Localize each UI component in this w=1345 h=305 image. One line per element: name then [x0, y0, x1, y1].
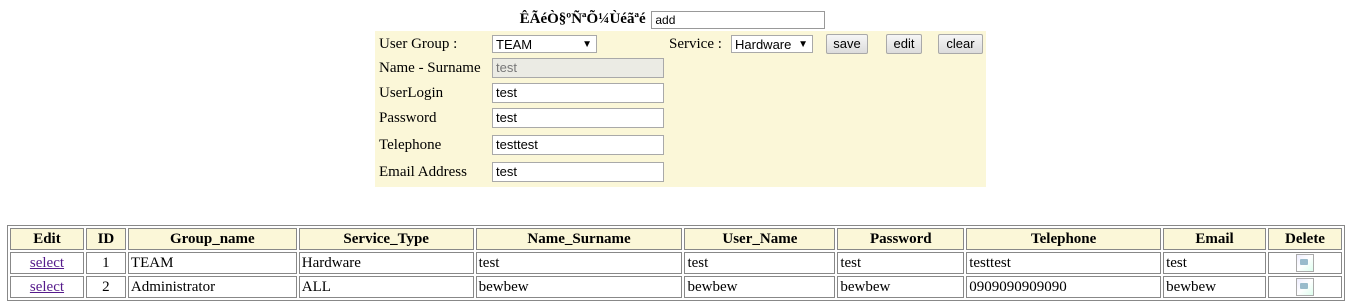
col-edit: Edit [10, 228, 84, 250]
user-group-label: User Group : [379, 36, 458, 52]
id-cell: 1 [85, 252, 126, 274]
save-button[interactable]: save [826, 34, 868, 54]
user-group-selected: TEAM [496, 37, 533, 52]
password-label: Password [379, 110, 437, 126]
email-cell: test [1163, 252, 1266, 274]
name-cell: test [475, 252, 683, 274]
edit-button[interactable]: edit [886, 34, 922, 54]
telephone-cell: testtest [966, 252, 1162, 274]
col-user-name: User_Name [684, 228, 836, 250]
col-email: Email [1163, 228, 1266, 250]
delete-icon[interactable] [1295, 254, 1314, 272]
col-telephone: Telephone [966, 228, 1162, 250]
telephone-label: Telephone [379, 137, 442, 153]
id-cell: 2 [85, 276, 126, 298]
telephone-field[interactable]: testtest [492, 135, 664, 155]
user-login-label: UserLogin [379, 85, 444, 101]
clear-button[interactable]: clear [938, 34, 983, 54]
chevron-down-icon: ▼ [798, 39, 808, 50]
delete-cell [1267, 252, 1342, 274]
delete-cell [1267, 276, 1342, 298]
password-field[interactable]: test [492, 108, 664, 128]
email-cell: bewbew [1163, 276, 1266, 298]
user-form-panel: User Group : TEAM ▼ Service : Hardware ▼… [375, 31, 986, 187]
password-cell: bewbew [837, 276, 965, 298]
select-link[interactable]: select [30, 279, 64, 295]
col-id: ID [85, 228, 126, 250]
service-cell: Hardware [298, 252, 474, 274]
select-link[interactable]: select [30, 255, 64, 271]
col-name-surname: Name_Surname [475, 228, 683, 250]
service-cell: ALL [298, 276, 474, 298]
email-label: Email Address [379, 164, 467, 180]
email-field[interactable]: test [492, 162, 664, 182]
table-row: select 2 Administrator ALL bewbew bewbew… [10, 276, 1342, 298]
name-cell: bewbew [475, 276, 683, 298]
users-table: Edit ID Group_name Service_Type Name_Sur… [7, 225, 1345, 301]
col-group-name: Group_name [127, 228, 297, 250]
telephone-cell: 0909090909090 [966, 276, 1162, 298]
col-delete: Delete [1267, 228, 1342, 250]
user-cell: test [684, 252, 836, 274]
table-row: select 1 TEAM Hardware test test test te… [10, 252, 1342, 274]
user-cell: bewbew [684, 276, 836, 298]
col-password: Password [837, 228, 965, 250]
group-cell: Administrator [127, 276, 297, 298]
delete-icon[interactable] [1295, 278, 1314, 296]
name-surname-label: Name - Surname [379, 60, 481, 76]
page-title: ÊÃéÒ§ºÑ­ªÕ¼Ùéãªé [519, 11, 646, 27]
service-selected: Hardware [735, 37, 792, 52]
group-cell: TEAM [127, 252, 297, 274]
chevron-down-icon: ▼ [582, 39, 592, 50]
name-surname-field[interactable]: test [492, 58, 664, 78]
edit-cell: select [10, 276, 84, 298]
table-header-row: Edit ID Group_name Service_Type Name_Sur… [10, 228, 1342, 250]
service-select[interactable]: Hardware ▼ [731, 35, 813, 53]
user-login-field[interactable]: test [492, 83, 664, 103]
header-row: ÊÃéÒ§ºÑ­ªÕ¼Ùéãªé [0, 9, 1345, 29]
user-group-select[interactable]: TEAM ▼ [492, 35, 597, 53]
service-label: Service : [669, 36, 722, 52]
col-service-type: Service_Type [298, 228, 474, 250]
password-cell: test [837, 252, 965, 274]
edit-cell: select [10, 252, 84, 274]
mode-status-input[interactable] [651, 10, 826, 29]
